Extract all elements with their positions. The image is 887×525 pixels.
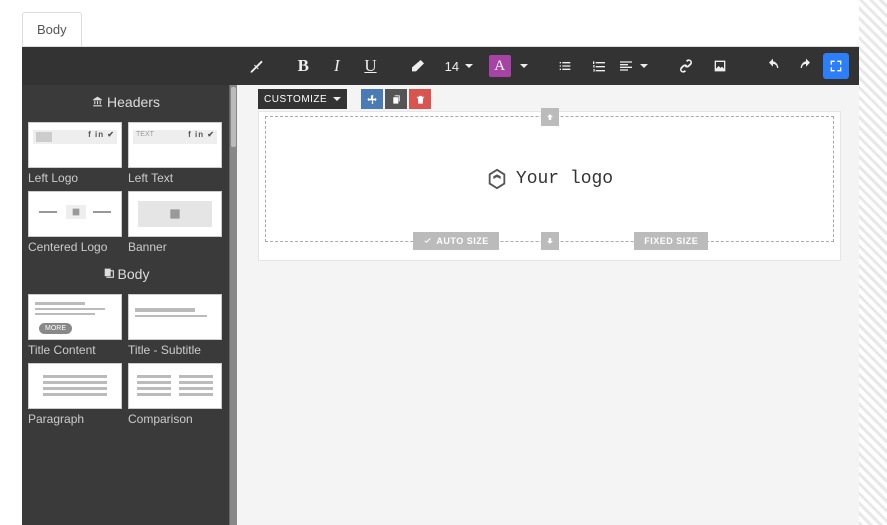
delete-button[interactable] [409,89,431,109]
align-icon[interactable] [618,52,646,80]
undo-icon[interactable] [759,52,787,80]
move-button[interactable] [361,89,383,109]
block-label: Title Content [28,340,122,357]
block-title-subtitle[interactable]: Title - Subtitle [128,294,222,357]
redo-icon[interactable] [793,52,821,80]
block-label: Left Logo [28,168,122,185]
block-label: Left Text [128,168,222,185]
email-canvas: Your logo AUTO SIZE FIXED SIZE [258,111,841,261]
sidebar-section-headers: Headers [22,85,229,119]
fullscreen-button[interactable] [823,53,849,79]
block-left-logo[interactable]: f in ✔ Left Logo [28,122,122,185]
fixed-size-button[interactable]: FIXED SIZE [634,232,708,250]
editor-region: B I U 14 A CUSTOMIZE [22,46,859,525]
numbered-list-icon[interactable] [585,52,613,80]
chevron-down-icon[interactable] [465,64,473,68]
block-comparison[interactable]: Comparison [128,363,222,426]
chevron-down-icon [333,97,341,101]
block-paragraph[interactable]: Paragraph [28,363,122,426]
block-left-text[interactable]: TEXTf in ✔ Left Text [128,122,222,185]
format-toolbar: B I U 14 A [22,47,859,85]
hexagon-logo-icon [486,168,508,190]
page-pattern-right [859,0,887,525]
block-label: Paragraph [28,409,122,426]
insert-below-button[interactable] [541,232,559,250]
block-banner[interactable]: Banner [128,191,222,254]
app-frame: Body B I U 14 A [0,0,859,525]
block-centered-logo[interactable]: Centered Logo [28,191,122,254]
block-label: Banner [128,237,222,254]
eyedropper-icon[interactable] [242,52,270,80]
customize-dropdown[interactable]: CUSTOMIZE [258,89,347,109]
block-title-content[interactable]: MORE Title Content [28,294,122,357]
italic-button[interactable]: I [323,52,351,80]
block-action-bar: CUSTOMIZE [258,89,431,109]
headers-icon [91,95,104,108]
insert-above-button[interactable] [541,108,559,126]
block-label: Title - Subtitle [128,340,222,357]
eraser-icon[interactable] [404,52,432,80]
blocks-sidebar: Headers f in ✔ Left Logo TEXTf in ✔ Left… [22,85,237,525]
sidebar-scrollbar[interactable] [229,85,237,525]
logo-placeholder-text: Your logo [516,169,613,189]
font-size-value[interactable]: 14 [443,59,461,74]
auto-size-button[interactable]: AUTO SIZE [413,232,498,250]
link-icon[interactable] [672,52,700,80]
underline-button[interactable]: U [357,52,385,80]
sidebar-section-body: Body [22,257,229,291]
block-label: Centered Logo [28,237,122,254]
selected-header-block[interactable]: Your logo AUTO SIZE FIXED SIZE [265,116,834,242]
block-label: Comparison [128,409,222,426]
image-icon[interactable] [706,52,734,80]
duplicate-button[interactable] [385,89,407,109]
body-icon [102,267,115,280]
tab-strip: Body [22,12,82,46]
tab-body[interactable]: Body [22,12,82,46]
bold-button[interactable]: B [289,52,317,80]
font-color-button[interactable]: A [489,55,511,77]
chevron-down-icon[interactable] [520,64,528,68]
bullet-list-icon[interactable] [551,52,579,80]
